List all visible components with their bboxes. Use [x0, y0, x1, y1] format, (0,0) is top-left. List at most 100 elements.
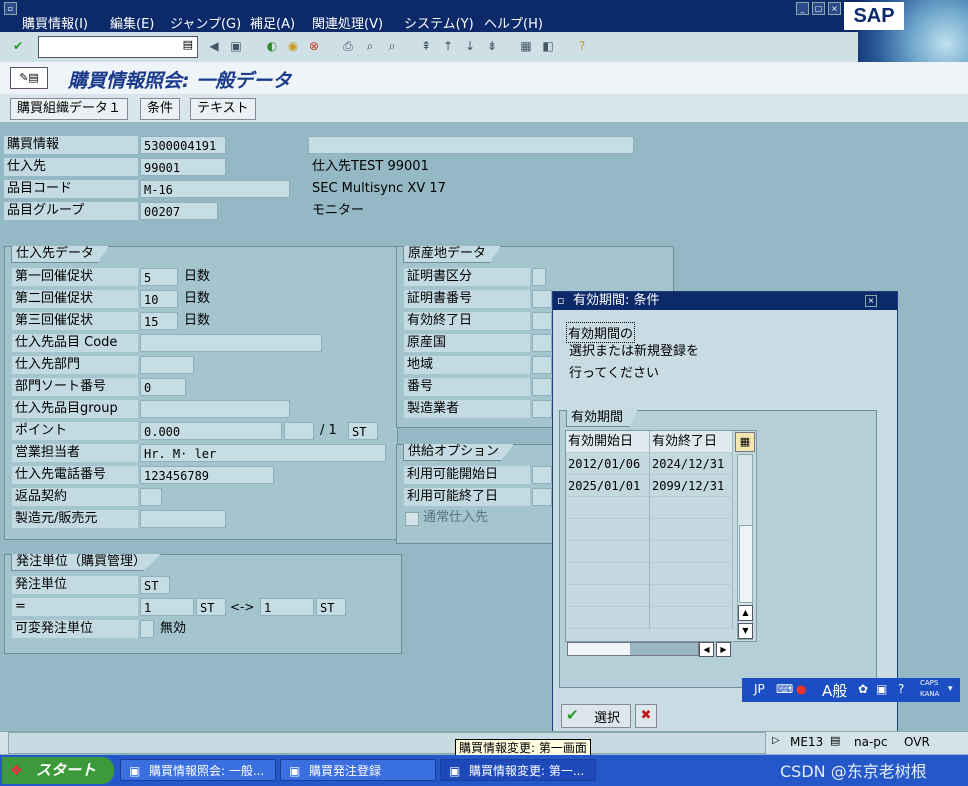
menu-jump[interactable]: ジャンプ(G) — [170, 13, 241, 32]
empty-row[interactable] — [650, 519, 733, 541]
ime-options-icon[interactable]: ▾ — [948, 684, 953, 694]
ime-input-mode[interactable]: A般 — [822, 680, 847, 701]
restore-icon[interactable]: ▢ — [812, 2, 825, 15]
points-unit-field[interactable] — [284, 422, 314, 440]
menu-info[interactable]: 購買情報(I) — [22, 13, 88, 32]
ime-pad-icon[interactable]: ● — [796, 682, 806, 696]
dialog-menu-icon[interactable]: ▫ — [557, 292, 564, 310]
certificate-number-field[interactable] — [532, 290, 552, 308]
sort-number-value[interactable]: 0 — [140, 378, 186, 396]
empty-row[interactable] — [566, 519, 650, 541]
menu-environment[interactable]: 関連処理(V) — [312, 13, 383, 32]
window-menu-icon[interactable]: ▫ — [4, 2, 17, 15]
ime-language[interactable]: JP — [754, 682, 765, 696]
display-change-icon[interactable]: ✎▤ — [10, 67, 48, 89]
points-unit-value[interactable]: ST — [348, 422, 378, 440]
empty-row[interactable] — [566, 607, 650, 629]
empty-row[interactable] — [566, 497, 650, 519]
table-row[interactable]: 2025/01/01 — [566, 475, 650, 497]
save-icon[interactable]: ▣ — [228, 38, 244, 54]
back-arrow-icon[interactable]: ◀ — [206, 38, 222, 54]
table-row[interactable]: 2099/12/31 — [650, 475, 733, 497]
empty-row[interactable] — [650, 541, 733, 563]
close-icon[interactable]: × — [828, 2, 841, 15]
available-from-field[interactable] — [532, 466, 552, 484]
info-record-value[interactable]: 5300004191 — [140, 136, 226, 154]
status-session-icon[interactable]: ▤ — [830, 734, 840, 747]
certificate-valid-to-field[interactable] — [532, 312, 552, 330]
command-history-icon[interactable]: ▤ — [183, 38, 193, 51]
tab-texts[interactable]: テキスト — [190, 98, 256, 120]
cancel-x-icon[interactable]: ✖ — [635, 704, 657, 728]
empty-row[interactable] — [566, 585, 650, 607]
dialog-close-icon[interactable]: × — [865, 295, 877, 307]
scroll-left-icon[interactable]: ◀ — [699, 642, 714, 657]
last-page-icon[interactable]: ⇟ — [484, 38, 500, 54]
help-icon[interactable]: ? — [574, 38, 590, 54]
order-unit-value[interactable]: ST — [140, 576, 170, 594]
available-to-field[interactable] — [532, 488, 552, 506]
table-settings-icon[interactable]: ▦ — [735, 432, 755, 452]
number-field[interactable] — [532, 378, 552, 396]
find-icon[interactable]: ⌕ — [362, 38, 378, 54]
column-header-valid-from[interactable]: 有効開始日 — [566, 431, 650, 453]
return-agreement-value[interactable] — [140, 488, 162, 506]
table-row[interactable]: 2012/01/06 — [566, 453, 650, 475]
back-icon[interactable]: ◐ — [264, 38, 280, 54]
task-info-record-change[interactable]: ▣ 購買情報変更: 第一... — [440, 759, 596, 781]
ime-tools-icon[interactable]: ✿ — [858, 682, 868, 696]
command-field[interactable]: ▤ — [38, 36, 198, 58]
reminder3-value[interactable]: 15 — [140, 312, 178, 330]
column-header-valid-to[interactable]: 有効終了日 — [650, 431, 733, 453]
task-purchase-order-create[interactable]: ▣ 購買発注登録 — [280, 759, 436, 781]
conversion-right-unit[interactable]: ST — [316, 598, 346, 616]
reminder1-value[interactable]: 5 — [140, 268, 178, 286]
scroll-right-icon[interactable]: ▶ — [716, 642, 731, 657]
shortcut-icon[interactable]: ◧ — [540, 38, 556, 54]
salesperson-value[interactable]: Hr. M· ler — [140, 444, 386, 462]
select-button[interactable]: ✔ 選択 — [561, 704, 631, 728]
scroll-down-icon[interactable]: ▼ — [738, 623, 753, 639]
menu-edit[interactable]: 編集(E) — [110, 13, 154, 32]
conversion-left-unit[interactable]: ST — [196, 598, 226, 616]
vertical-scroll-thumb[interactable] — [739, 525, 753, 603]
tab-conditions[interactable]: 条件 — [140, 98, 181, 120]
regular-vendor-checkbox[interactable] — [405, 512, 419, 526]
table-row[interactable]: 2024/12/31 — [650, 453, 733, 475]
scroll-up-icon[interactable]: ▲ — [738, 605, 753, 621]
exit-icon[interactable]: ◉ — [285, 38, 301, 54]
first-page-icon[interactable]: ⇞ — [418, 38, 434, 54]
vendor-material-code-value[interactable] — [140, 334, 322, 352]
vendor-value[interactable]: 99001 — [140, 158, 226, 176]
certificate-type-field[interactable] — [532, 268, 546, 286]
next-page-icon[interactable]: ↓ — [462, 38, 478, 54]
region-field[interactable] — [532, 356, 552, 374]
menu-extras[interactable]: 補足(A) — [250, 13, 295, 32]
empty-row[interactable] — [650, 607, 733, 629]
table-horizontal-scrollbar[interactable] — [567, 642, 699, 656]
telephone-value[interactable]: 123456789 — [140, 466, 274, 484]
variable-order-unit-field[interactable] — [140, 620, 154, 638]
status-expand-icon[interactable]: ▷ — [772, 735, 780, 746]
vendor-material-group-value[interactable] — [140, 400, 290, 418]
empty-row[interactable] — [650, 497, 733, 519]
empty-row[interactable] — [650, 563, 733, 585]
minimize-icon[interactable]: _ — [796, 2, 809, 15]
cancel-icon[interactable]: ⊗ — [306, 38, 322, 54]
empty-row[interactable] — [566, 563, 650, 585]
menu-system[interactable]: システム(Y) — [404, 13, 474, 32]
material-group-value[interactable]: 00207 — [140, 202, 218, 220]
material-value[interactable]: M-16 — [140, 180, 290, 198]
new-session-icon[interactable]: ▦ — [518, 38, 534, 54]
find-next-icon[interactable]: ⌕ — [384, 38, 400, 54]
menu-help[interactable]: ヘルプ(H) — [484, 13, 543, 32]
print-icon[interactable]: ⎙ — [340, 38, 356, 54]
manufacturer-origin-field[interactable] — [532, 400, 552, 418]
reminder2-value[interactable]: 10 — [140, 290, 178, 308]
conversion-left-value[interactable]: 1 — [140, 598, 194, 616]
country-of-origin-field[interactable] — [532, 334, 552, 352]
start-button[interactable]: ❖ スタート — [2, 757, 114, 784]
ime-keyboard-icon[interactable]: ⌨ — [776, 682, 793, 696]
enter-icon[interactable]: ✔ — [10, 38, 26, 54]
previous-page-icon[interactable]: ↑ — [440, 38, 456, 54]
